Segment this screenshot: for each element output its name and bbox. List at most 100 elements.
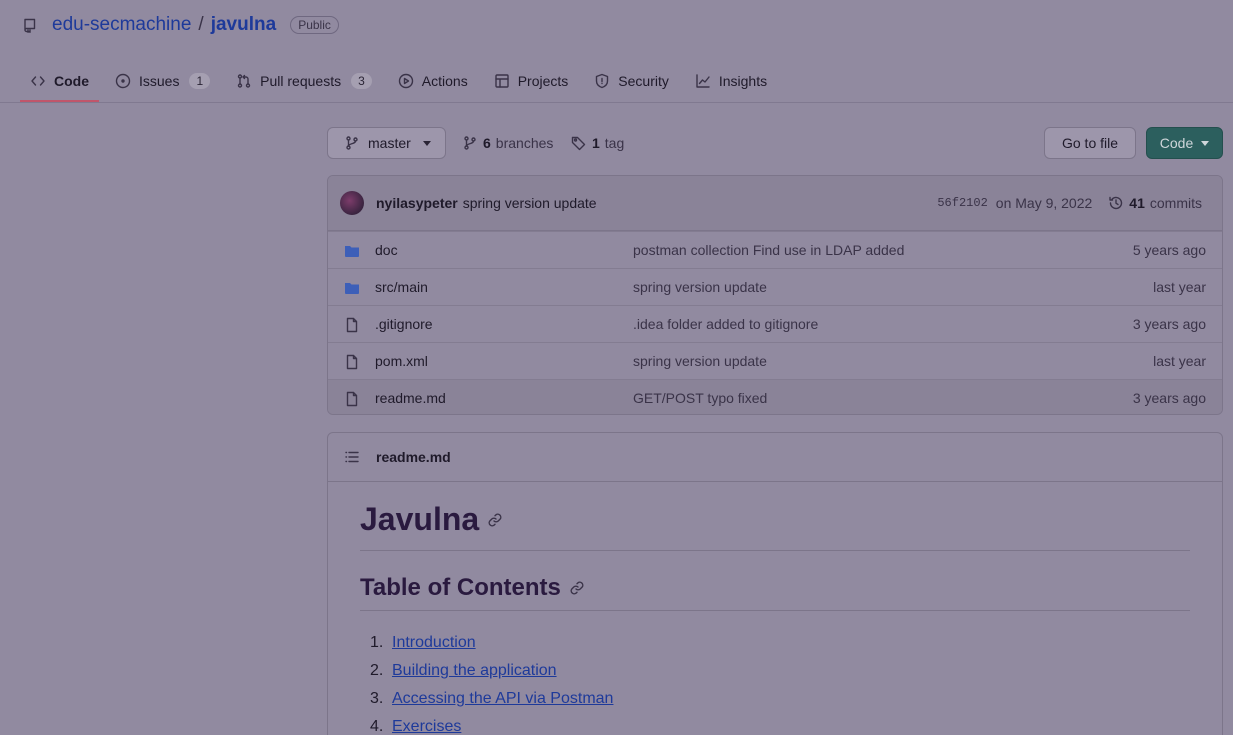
tags-label: tag xyxy=(604,135,625,151)
file-commit-message-link[interactable]: postman collection Find use in LDAP adde… xyxy=(633,242,904,258)
tab-issues[interactable]: Issues 1 xyxy=(105,60,220,102)
header-divider xyxy=(0,102,1233,103)
commits-count: 41 xyxy=(1129,195,1145,211)
branches-link[interactable]: 6 branches xyxy=(462,127,553,159)
repo-icon xyxy=(22,17,38,33)
readme-content: Javulna Table of Contents 1. Introduction… xyxy=(328,501,1222,735)
file-row[interactable]: readme.md GET/POST typo fixed 3 years ag… xyxy=(328,379,1222,414)
tab-label: Security xyxy=(618,73,669,89)
toc-heading-text: Table of Contents xyxy=(360,574,561,601)
file-icon xyxy=(344,317,360,333)
tab-label: Projects xyxy=(517,73,569,89)
chevron-down-icon xyxy=(423,140,431,146)
branch-select-button[interactable]: master xyxy=(327,127,446,159)
file-commit-message-link[interactable]: .idea folder added to gitignore xyxy=(633,316,818,332)
file-commit-message-link[interactable]: GET/POST typo fixed xyxy=(633,390,767,406)
toc-number: 4. xyxy=(370,718,384,735)
link-icon[interactable] xyxy=(487,512,503,528)
list-item: 4. Exercises xyxy=(370,713,1190,735)
history-icon xyxy=(1108,195,1124,211)
file-name-link[interactable]: src/main xyxy=(375,279,428,295)
folder-icon xyxy=(344,280,360,296)
tab-actions[interactable]: Actions xyxy=(388,60,478,102)
commit-message-link[interactable]: spring version update xyxy=(463,195,597,211)
issue-icon xyxy=(115,73,131,89)
code-button-label: Code xyxy=(1159,135,1194,151)
file-commit-message-link[interactable]: spring version update xyxy=(633,353,767,369)
repo-name-link[interactable]: javulna xyxy=(211,14,276,36)
pull-request-icon xyxy=(236,73,252,89)
file-name-link[interactable]: .gitignore xyxy=(375,316,433,332)
tab-pull-requests[interactable]: Pull requests 3 xyxy=(226,60,382,102)
graph-icon xyxy=(695,73,711,89)
tab-label: Code xyxy=(54,73,89,89)
tab-projects[interactable]: Projects xyxy=(484,60,579,102)
file-age: 3 years ago xyxy=(1132,390,1206,406)
visibility-badge: Public xyxy=(290,16,339,34)
file-row[interactable]: .gitignore .idea folder added to gitigno… xyxy=(328,305,1222,342)
toc-link-building[interactable]: Building the application xyxy=(392,662,557,680)
play-icon xyxy=(398,73,414,89)
repo-nav-tabs: Code Issues 1 Pull requests 3 Actions Pr… xyxy=(20,60,783,102)
chevron-down-icon xyxy=(1201,140,1210,146)
branch-bar: master 6 branches 1 tag Go to file Code xyxy=(327,127,1223,159)
tab-label: Insights xyxy=(718,73,768,89)
file-name-link[interactable]: doc xyxy=(375,242,398,258)
git-branch-icon xyxy=(462,135,478,151)
table-icon xyxy=(494,73,510,89)
file-row[interactable]: doc postman collection Find use in LDAP … xyxy=(328,231,1222,268)
issues-count: 1 xyxy=(189,73,211,89)
repo-owner-link[interactable]: edu-secmachine xyxy=(52,14,191,36)
toc-link-exercises[interactable]: Exercises xyxy=(392,718,461,735)
readme-title-text: Javulna xyxy=(360,501,480,537)
file-commit-message-link[interactable]: spring version update xyxy=(633,279,767,295)
folder-icon xyxy=(344,243,360,259)
toc-link-postman[interactable]: Accessing the API via Postman xyxy=(392,690,613,708)
tab-insights[interactable]: Insights xyxy=(685,60,777,102)
commit-date: on May 9, 2022 xyxy=(995,195,1093,211)
tags-count: 1 xyxy=(592,135,600,151)
file-icon xyxy=(344,391,360,407)
code-dropdown-button[interactable]: Code xyxy=(1146,127,1223,159)
commit-sha-link[interactable]: 56f2102 xyxy=(937,196,987,210)
readme-panel: readme.md Javulna Table of Contents 1. In… xyxy=(327,432,1223,735)
file-age: last year xyxy=(1153,279,1206,295)
link-icon[interactable] xyxy=(569,580,585,596)
repo-header: edu-secmachine / javulna Public xyxy=(22,12,339,38)
file-age: last year xyxy=(1153,353,1206,369)
tab-label: Issues xyxy=(139,73,180,89)
go-to-file-button[interactable]: Go to file xyxy=(1044,127,1136,159)
code-icon xyxy=(30,73,46,89)
list-item: 3. Accessing the API via Postman xyxy=(370,685,1190,713)
file-row[interactable]: pom.xml spring version update last year xyxy=(328,342,1222,379)
pull-requests-count: 3 xyxy=(351,73,372,89)
file-row[interactable]: src/main spring version update last year xyxy=(328,268,1222,305)
branches-count: 6 xyxy=(483,135,491,151)
tab-security[interactable]: Security xyxy=(584,60,679,102)
readme-title: Javulna xyxy=(360,501,1190,551)
file-name-link[interactable]: readme.md xyxy=(375,390,446,406)
toc-list: 1. Introduction 2. Building the applicatio… xyxy=(360,629,1190,735)
toc-number: 2. xyxy=(370,662,384,679)
avatar[interactable] xyxy=(340,191,364,215)
file-name-link[interactable]: pom.xml xyxy=(375,353,428,369)
list-icon[interactable] xyxy=(344,449,360,465)
branches-label: branches xyxy=(495,135,554,151)
tag-icon xyxy=(571,135,587,151)
readme-header: readme.md xyxy=(328,433,1222,482)
list-item: 2. Building the application xyxy=(370,657,1190,685)
toc-heading: Table of Contents xyxy=(360,574,1190,611)
tab-code[interactable]: Code xyxy=(20,60,99,102)
shield-icon xyxy=(594,73,610,89)
commit-author-link[interactable]: nyilasypeter xyxy=(376,195,458,211)
repo-path-separator: / xyxy=(198,14,204,35)
latest-commit-bar: nyilasypeter spring version update 56f21… xyxy=(328,176,1222,231)
readme-filename-link[interactable]: readme.md xyxy=(376,449,451,465)
file-age: 3 years ago xyxy=(1132,316,1206,332)
toc-link-introduction[interactable]: Introduction xyxy=(392,634,476,652)
tab-label: Actions xyxy=(421,73,468,89)
toc-number: 1. xyxy=(370,634,384,651)
tags-link[interactable]: 1 tag xyxy=(571,127,624,159)
commits-history-link[interactable]: 41 commits xyxy=(1108,195,1202,211)
file-listing: nyilasypeter spring version update 56f21… xyxy=(327,175,1223,415)
